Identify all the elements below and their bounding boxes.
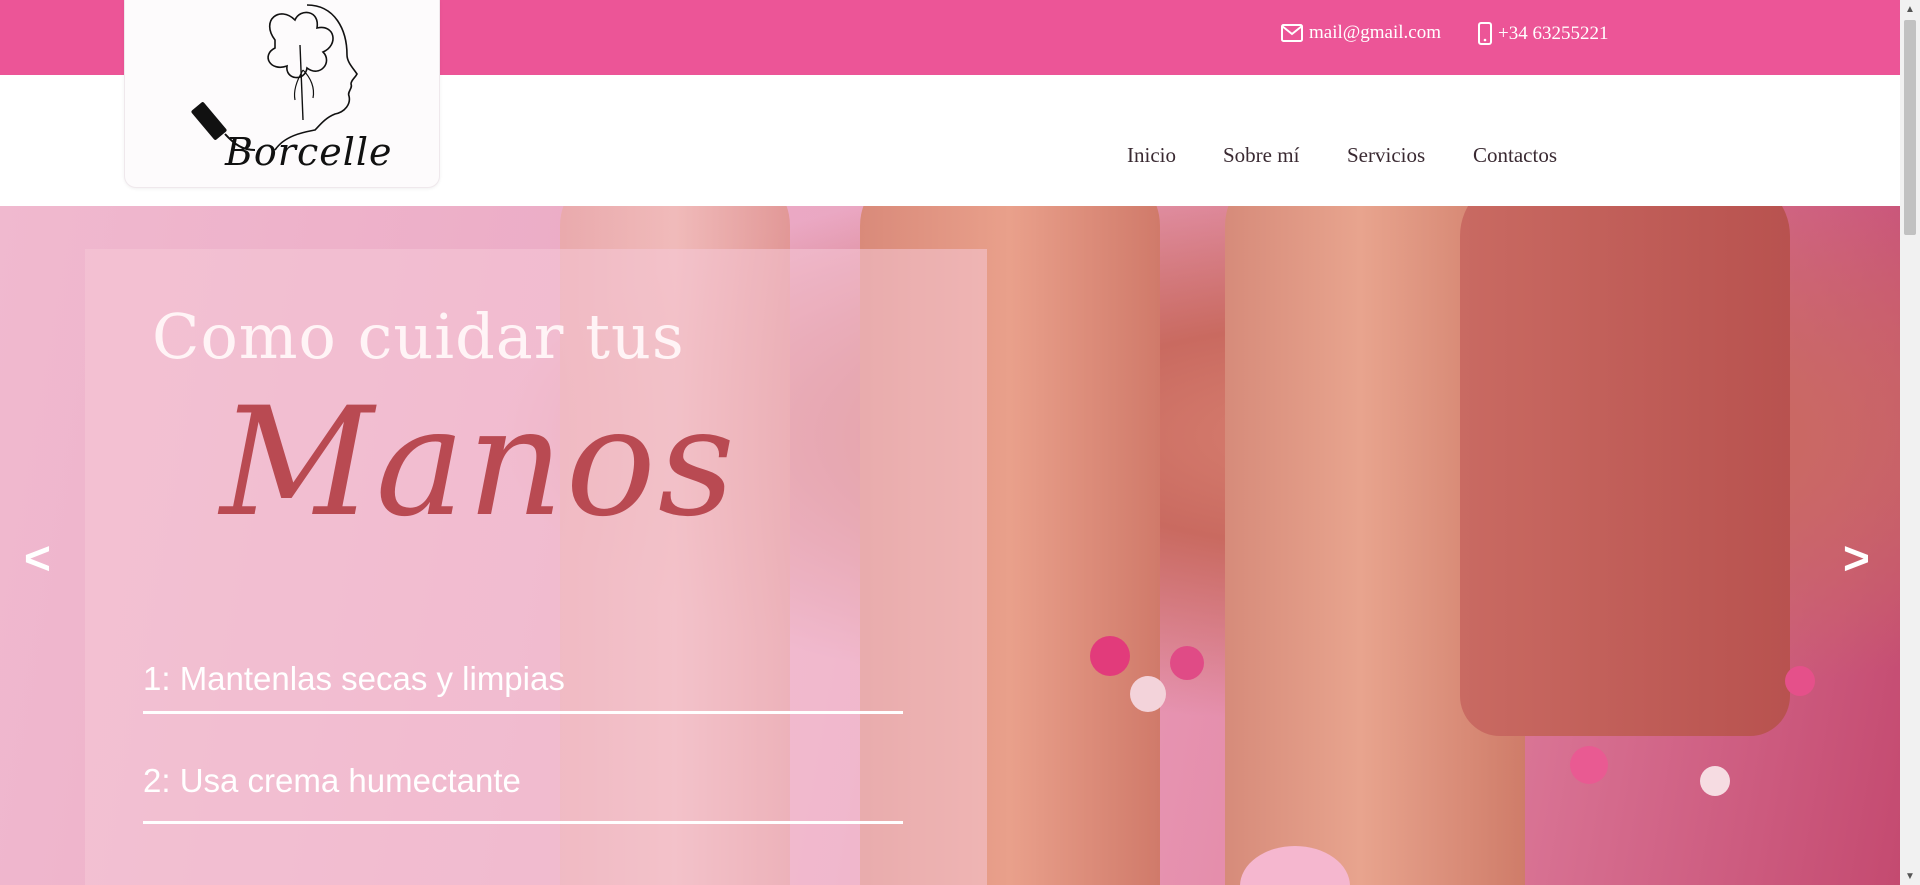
nav-item-inicio[interactable]: Inicio bbox=[1127, 143, 1176, 168]
next-slide-button[interactable]: > bbox=[1843, 531, 1870, 585]
divider bbox=[143, 821, 903, 824]
bead bbox=[1170, 646, 1204, 680]
hero-slider: Como cuidar tus Manos 1: Mantenlas secas… bbox=[0, 206, 1900, 885]
logo-card[interactable]: Borcelle bbox=[124, 0, 440, 188]
bead bbox=[1785, 666, 1815, 696]
bead bbox=[1700, 766, 1730, 796]
bead bbox=[1090, 636, 1130, 676]
finger-shape bbox=[1460, 206, 1790, 736]
bead bbox=[1570, 746, 1608, 784]
scroll-up-arrow-icon[interactable]: ▲ bbox=[1900, 0, 1920, 18]
mobile-phone-icon bbox=[1478, 22, 1492, 45]
hero-title: Como cuidar tus bbox=[152, 300, 685, 373]
page-scrollbar[interactable]: ▲ ▼ bbox=[1900, 0, 1920, 885]
email-contact[interactable]: mail@gmail.com bbox=[1281, 22, 1441, 44]
email-text[interactable]: mail@gmail.com bbox=[1309, 22, 1441, 44]
divider bbox=[143, 711, 903, 714]
phone-contact[interactable]: +34 63255221 bbox=[1478, 22, 1608, 45]
nav-item-sobre-mi[interactable]: Sobre mí bbox=[1223, 143, 1299, 168]
scroll-down-arrow-icon[interactable]: ▼ bbox=[1900, 867, 1920, 885]
nav-item-servicios[interactable]: Servicios bbox=[1347, 143, 1425, 168]
prev-slide-button[interactable]: < bbox=[24, 531, 51, 585]
bead bbox=[1130, 676, 1166, 712]
tip-item-2: 2: Usa crema humectante bbox=[143, 762, 521, 799]
logo-text: Borcelle bbox=[225, 130, 393, 174]
scroll-thumb[interactable] bbox=[1904, 20, 1916, 235]
phone-text[interactable]: +34 63255221 bbox=[1498, 23, 1608, 45]
envelope-icon bbox=[1281, 24, 1303, 42]
tip-item-1: 1: Mantenlas secas y limpias bbox=[143, 660, 565, 697]
nav-item-contactos[interactable]: Contactos bbox=[1473, 143, 1557, 168]
hero-script-word: Manos bbox=[220, 376, 737, 550]
